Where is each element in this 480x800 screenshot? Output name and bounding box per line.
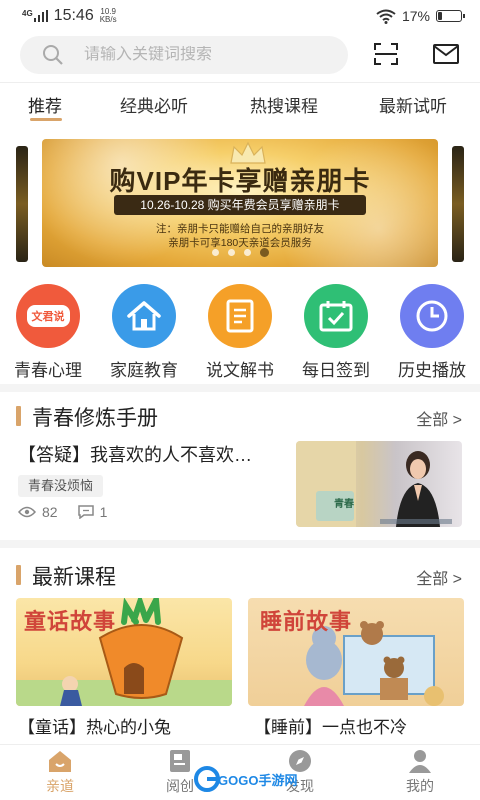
category-history[interactable]: 历史播放: [384, 284, 480, 381]
banner-prev-peek[interactable]: [16, 146, 28, 262]
category-family-education[interactable]: 家庭教育: [96, 284, 192, 381]
article-title[interactable]: 【答疑】我喜欢的人不喜欢…: [18, 441, 296, 467]
category-book-explain[interactable]: 说文解书: [192, 284, 288, 381]
nav-label: 我的: [406, 778, 434, 794]
category-label: 青春心理: [14, 361, 82, 380]
tab-recommend[interactable]: 推荐: [28, 92, 62, 117]
watermark-text: GOGO手游网: [218, 773, 298, 788]
banner-note-1: 注：亲朋卡只能赠给自己的亲朋好友: [156, 223, 324, 235]
section-accent-bar: [16, 406, 21, 426]
user-icon: [407, 749, 433, 773]
message-button[interactable]: [432, 42, 460, 66]
tab-active-indicator: [30, 118, 62, 121]
view-all-button[interactable]: 全部 >: [416, 565, 462, 589]
view-all-button[interactable]: 全部 >: [416, 406, 462, 430]
section-header-youth: 青春修炼手册 全部 >: [0, 402, 480, 430]
tab-new-trials[interactable]: 最新试听: [379, 92, 447, 117]
comment-icon: [77, 505, 94, 519]
banner-date-pill: 10.26-10.28 购买年费会员享赠亲朋卡: [114, 195, 366, 215]
category-label: 家庭教育: [110, 361, 178, 380]
mail-icon: [433, 44, 459, 64]
course-image-text: 童话故事: [24, 609, 117, 634]
category-daily-checkin[interactable]: 每日签到: [288, 284, 384, 381]
tab-classics[interactable]: 经典必听: [120, 92, 188, 117]
banner-title: 购VIP年卡享赠亲朋卡: [109, 166, 371, 196]
scan-icon: [374, 43, 398, 65]
house-icon: [112, 284, 176, 348]
nav-mine[interactable]: 我的: [380, 749, 460, 796]
wenjunshuo-badge-text: 文君说: [31, 311, 65, 323]
wenjunshuo-badge: 文君说: [26, 305, 70, 327]
speed-unit: KB/s: [99, 15, 117, 24]
comment-count: 1: [99, 504, 108, 520]
section-accent-bar: [16, 565, 21, 585]
article-thumbnail[interactable]: 青春: [296, 441, 462, 527]
course-image-text: 睡前故事: [260, 609, 353, 634]
article-meta: 82 1: [18, 504, 107, 520]
banner-dot[interactable]: [243, 249, 251, 256]
section-separator: [0, 384, 480, 392]
banner-pagination: [42, 248, 438, 257]
search-input[interactable]: [84, 46, 324, 64]
wifi-icon: [376, 9, 396, 24]
banner-dot[interactable]: [211, 249, 219, 256]
nav-home[interactable]: 亲道: [20, 749, 100, 796]
signal-bars-icon: [33, 10, 48, 22]
section-header-latest: 最新课程 全部 >: [0, 561, 480, 589]
search-header: [0, 34, 480, 76]
section-title: 青春修炼手册: [32, 407, 158, 430]
article-tag[interactable]: 青春没烦恼: [18, 475, 104, 497]
course-title[interactable]: 【睡前】一点也不冷: [254, 713, 407, 738]
category-label: 说文解书: [206, 361, 274, 380]
signal-indicator: 4G: [22, 10, 48, 22]
category-youth-psychology[interactable]: 文君说 青春心理: [0, 284, 96, 381]
book-icon: [167, 749, 193, 773]
category-tabs: 推荐 经典必听 热搜课程 最新试听: [0, 92, 480, 126]
wenjunshuo-icon: 文君说: [16, 284, 80, 348]
eye-icon: [18, 506, 36, 518]
category-label: 历史播放: [398, 361, 466, 380]
course-card-image[interactable]: 童话故事: [16, 598, 232, 706]
battery-icon: [436, 10, 465, 22]
home-icon: [47, 749, 73, 773]
section-separator: [0, 540, 480, 548]
search-icon: [43, 45, 63, 65]
section-title: 最新课程: [32, 566, 116, 589]
tab-hot-courses[interactable]: 热搜课程: [250, 92, 318, 117]
document-icon: [208, 284, 272, 348]
nav-label: 亲道: [46, 778, 74, 794]
course-card-image[interactable]: 睡前故事: [248, 598, 464, 706]
clock-icon: [400, 284, 464, 348]
course-title[interactable]: 【童话】热心的小兔: [18, 713, 171, 738]
banner-next-peek[interactable]: [452, 146, 464, 262]
network-type: 4G: [22, 9, 33, 18]
header-divider: [0, 82, 480, 83]
banner-dot[interactable]: [227, 249, 235, 256]
thumbnail-caption: 青春: [334, 499, 354, 510]
presenter-illustration: [296, 441, 452, 527]
battery-percent: 17%: [401, 8, 430, 24]
promo-banner[interactable]: 购VIP年卡享赠亲朋卡 10.26-10.28 购买年费会员享赠亲朋卡 注：亲朋…: [42, 139, 438, 267]
view-count: 82: [42, 504, 58, 520]
gogo-logo-icon: [194, 766, 220, 792]
watermark-logo: GOGO手游网: [194, 766, 298, 794]
calendar-check-icon: [304, 284, 368, 348]
battery-level: [438, 12, 442, 20]
scan-button[interactable]: [372, 42, 400, 66]
network-speed: 10.9 KB/s: [100, 8, 117, 24]
search-bar[interactable]: [20, 36, 348, 74]
banner-dot-active[interactable]: [259, 248, 269, 257]
banner-note-2: 亲朋卡可享180天亲道会员服务: [168, 237, 312, 249]
category-label: 每日签到: [302, 361, 370, 380]
status-time: 15:46: [53, 7, 94, 24]
status-bar: 4G 15:46 10.9 KB/s 17%: [0, 0, 480, 32]
